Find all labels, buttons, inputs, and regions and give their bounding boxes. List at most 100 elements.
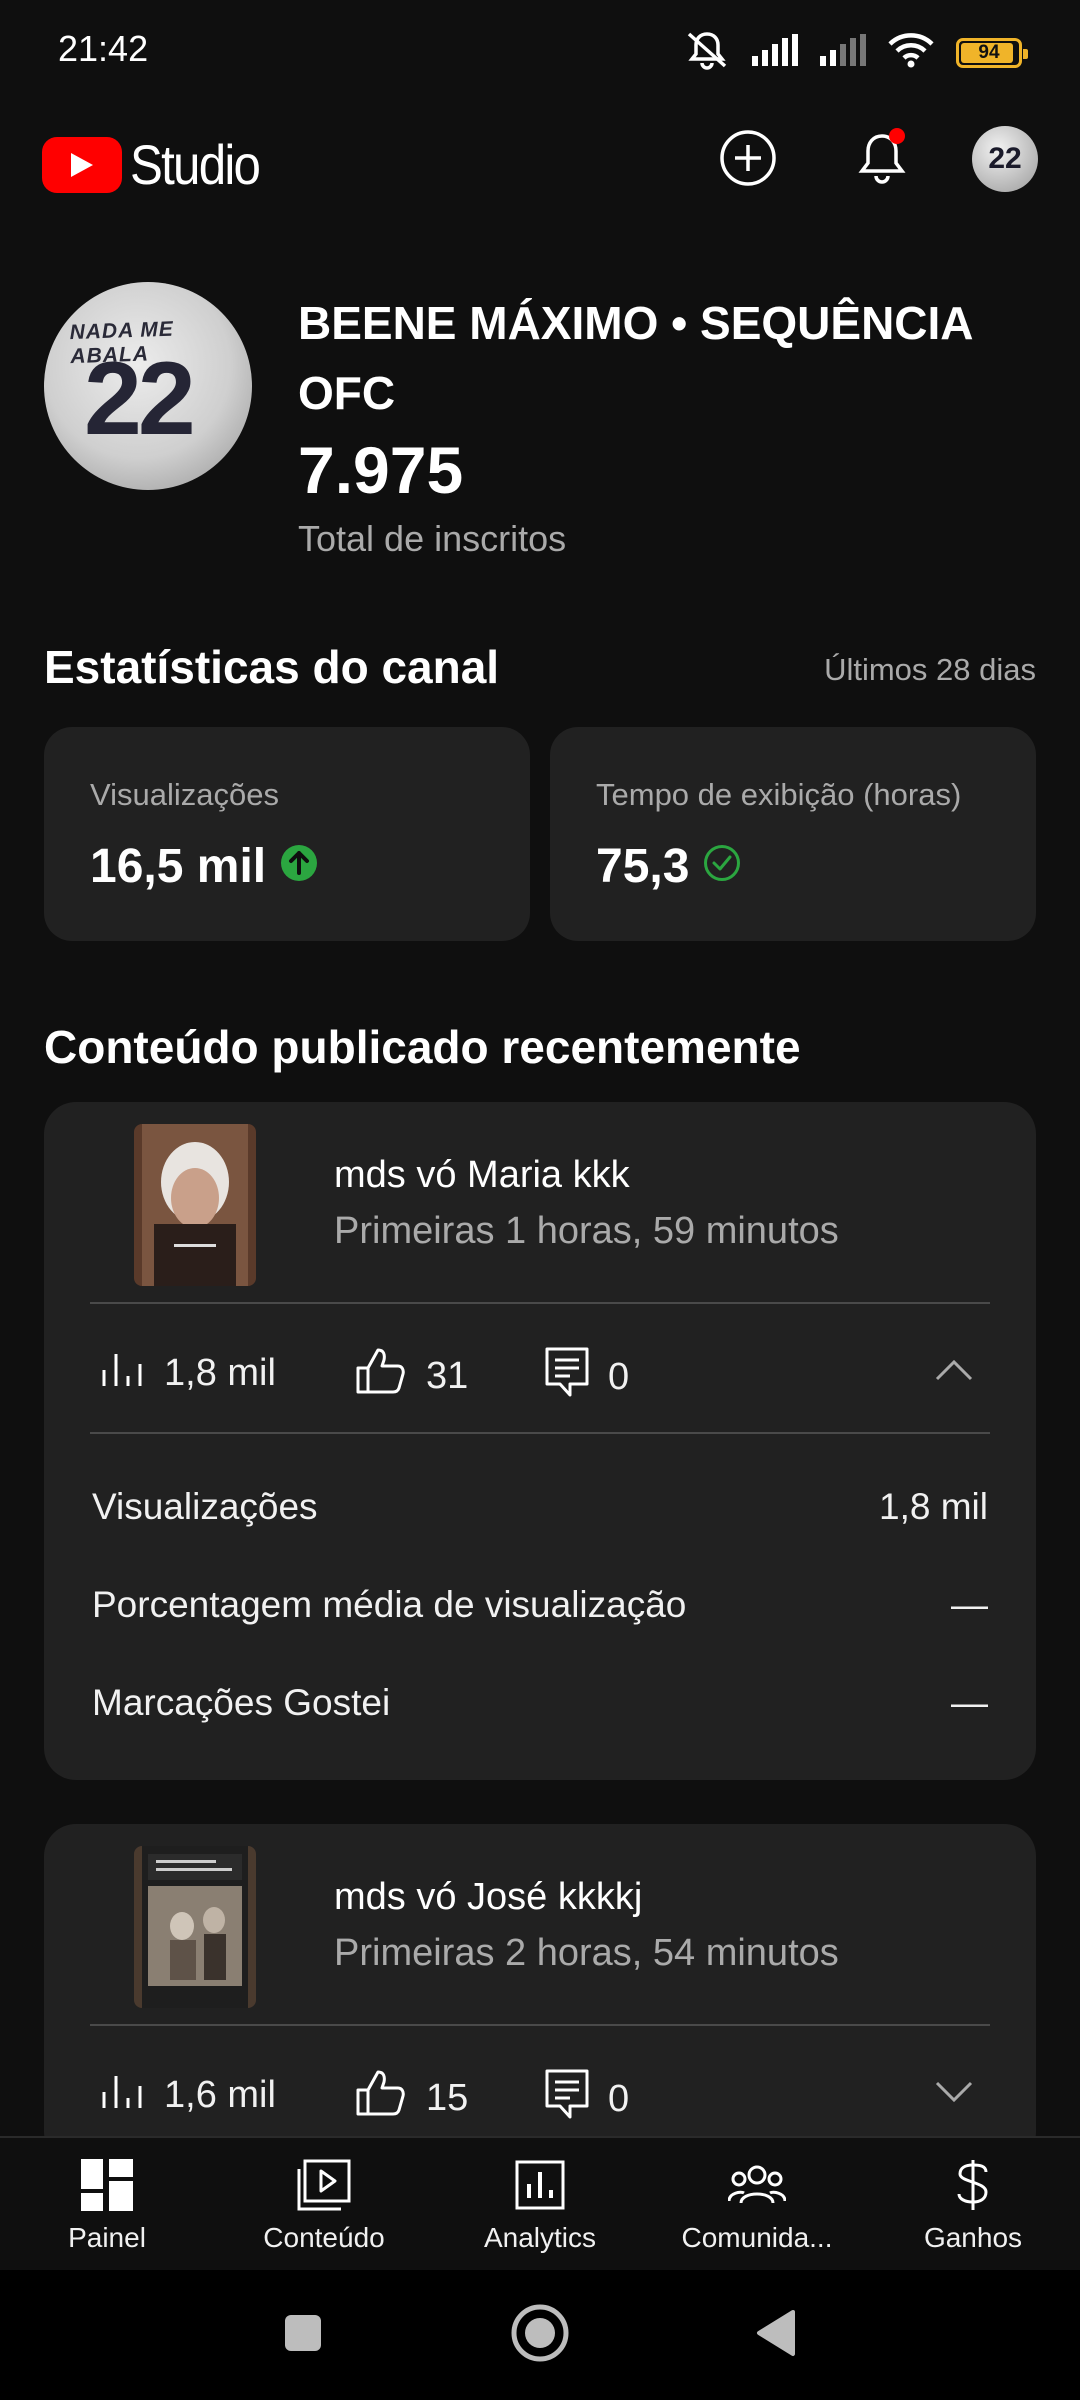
analytics-icon [515,2156,565,2214]
system-navigation-bar [0,2270,1080,2400]
nav-label: Ganhos [923,2222,1023,2253]
account-avatar-text: 22 [988,142,1022,175]
stat-card-views[interactable]: Visualizações 16,5 mil [44,727,530,941]
check-circle-icon [703,839,741,894]
detail-row: Porcentagem média de visualização — [92,1584,988,1626]
subscriber-label: Total de inscritos [298,518,567,559]
app-name: Studio [130,133,261,196]
thumbs-up-icon [354,2068,408,2128]
detail-value: 1,8 mil [879,1486,988,1527]
dollar-icon [956,2156,990,2214]
channel-summary: NADA ME ABALA 22 BEENE MÁXIMO • SEQUÊNCI… [44,282,1044,562]
likes-count: 15 [426,2076,469,2119]
signal-icon [820,34,866,71]
stat-value-row: 75,3 [596,839,741,894]
expand-button[interactable] [930,2070,978,2118]
nav-item-dashboard[interactable]: Painel [2,2156,212,2254]
mute-icon [684,30,730,75]
nav-item-analytics[interactable]: Analytics [435,2156,645,2254]
video-period: Primeiras 2 horas, 54 minutos [334,1932,839,1974]
detail-row: Marcações Gostei — [92,1682,988,1724]
video-thumbnail[interactable] [134,1124,256,1286]
dashboard-icon [81,2156,133,2214]
stat-value-row: 16,5 mil [90,839,318,894]
video-thumbnail[interactable] [134,1846,256,2008]
stat-value: 75,3 [596,840,690,893]
comments-metric: 0 [544,1346,629,1408]
status-time: 21:42 [58,28,149,69]
account-avatar[interactable]: 22 [972,126,1038,192]
comments-count: 0 [608,2077,630,2120]
likes-metric: 31 [354,1346,468,1406]
subscriber-count: 7.975 [298,433,464,507]
detail-label: Porcentagem média de visualização [92,1584,687,1625]
nav-label: Analytics [483,2222,597,2253]
community-icon [728,2156,786,2214]
views-count: 1,8 mil [164,1351,276,1394]
bell-icon [853,127,911,193]
content-icon [297,2156,351,2214]
likes-metric: 15 [354,2068,468,2128]
views-metric: 1,6 mil [100,2068,276,2122]
detail-label: Marcações Gostei [92,1682,391,1723]
add-circle-icon [719,129,777,192]
video-card[interactable]: mds vó Maria kkk Primeiras 1 horas, 59 m… [44,1102,1036,1780]
video-period: Primeiras 1 horas, 59 minutos [334,1210,839,1252]
status-bar: 21:42 94 [0,0,1080,100]
nav-item-community[interactable]: Comunida... [652,2156,862,2254]
wifi-icon [888,32,934,73]
chevron-down-icon [934,2080,974,2109]
channel-avatar-number: 22 [84,341,196,457]
channel-avatar[interactable]: NADA ME ABALA 22 [44,282,252,490]
home-button[interactable] [505,2300,575,2370]
views-count: 1,6 mil [164,2073,276,2116]
signal-icon [752,34,798,71]
stat-value: 16,5 mil [90,840,267,893]
video-title: mds vó José kkkkj [334,1876,643,1918]
detail-row: Visualizações 1,8 mil [92,1486,988,1528]
divider [90,1302,990,1304]
recent-content-title: Conteúdo publicado recentemente [44,1021,801,1073]
divider [90,2024,990,2026]
bar-chart-icon [100,1346,146,1400]
comments-count: 0 [608,1355,630,1398]
comments-metric: 0 [544,2068,629,2130]
nav-item-content[interactable]: Conteúdo [219,2156,429,2254]
app-header: Studio 22 [0,118,1080,202]
recents-button[interactable] [268,2300,338,2370]
back-triangle-icon [753,2308,797,2363]
status-icons: 94 [684,30,1028,75]
likes-count: 31 [426,1354,469,1397]
arrow-up-icon [280,839,318,894]
nav-label: Conteúdo [263,2222,385,2253]
bottom-navigation: Painel Conteúdo Analytics Comunida... Ga… [0,2136,1080,2270]
channel-name: BEENE MÁXIMO • SEQUÊNCIA OFC [298,297,972,419]
youtube-studio-logo[interactable]: Studio [42,132,277,197]
detail-label: Visualizações [92,1486,318,1527]
stat-label: Visualizações [90,777,279,812]
stat-label: Tempo de exibição (horas) [596,777,962,812]
views-metric: 1,8 mil [100,1346,276,1400]
create-button[interactable] [716,128,780,192]
video-card[interactable]: mds vó José kkkkj Primeiras 2 horas, 54 … [44,1824,1036,2164]
detail-value: — [951,1584,988,1625]
stats-title: Estatísticas do canal [44,641,500,693]
nav-label: Painel [68,2222,146,2253]
battery-icon: 94 [956,37,1028,68]
back-button[interactable] [740,2300,810,2370]
chevron-up-icon [934,1358,974,1387]
battery-percent: 94 [978,41,1000,63]
comment-icon [544,1346,590,1408]
youtube-play-icon [42,136,122,193]
bar-chart-icon [100,2068,146,2122]
comment-icon [544,2068,590,2130]
home-circle-icon [510,2303,570,2368]
thumbs-up-icon [354,1346,408,1406]
stat-card-watch-time[interactable]: Tempo de exibição (horas) 75,3 [550,727,1036,941]
stats-period[interactable]: Últimos 28 dias [824,652,1036,688]
square-icon [283,2313,323,2358]
video-title: mds vó Maria kkk [334,1154,630,1196]
collapse-button[interactable] [930,1348,978,1396]
notifications-button[interactable] [850,127,914,193]
nav-item-earn[interactable]: Ganhos [868,2156,1078,2254]
